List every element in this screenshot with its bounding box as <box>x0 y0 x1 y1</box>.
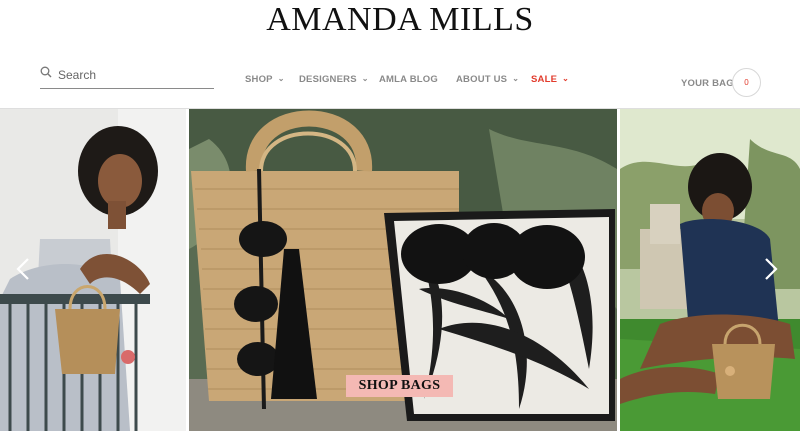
search-bar <box>40 62 214 89</box>
search-input[interactable] <box>56 64 210 86</box>
nav-item-about-us[interactable]: ABOUT US ⌄ <box>456 74 519 85</box>
chevron-left-icon <box>16 258 29 280</box>
nav-item-label: SALE <box>531 74 558 85</box>
chevron-right-icon <box>765 258 778 280</box>
nav-item-label: DESIGNERS <box>299 74 357 85</box>
carousel-prev-button[interactable] <box>16 257 30 285</box>
carousel-next-button[interactable] <box>764 257 778 285</box>
chevron-down-icon: ⌄ <box>512 74 520 83</box>
bag-count-badge[interactable]: 0 <box>732 68 761 97</box>
chevron-down-icon: ⌄ <box>277 74 285 83</box>
search-icon <box>40 66 52 78</box>
nav-item-label: SHOP <box>245 74 273 85</box>
chevron-down-icon: ⌄ <box>361 74 369 83</box>
shop-bags-button[interactable]: SHOP BAGS <box>346 375 453 397</box>
nav-item-shop[interactable]: SHOP ⌄ <box>245 74 285 85</box>
chevron-down-icon: ⌄ <box>562 74 570 83</box>
nav-item-designers[interactable]: DESIGNERS ⌄ <box>299 74 369 85</box>
nav-item-amla-blog[interactable]: AMLA BLOG <box>379 74 438 85</box>
your-bag-link[interactable]: YOUR BAG <box>681 78 734 89</box>
nav-item-label: ABOUT US <box>456 74 508 85</box>
hero-carousel: SHOP BAGS <box>0 108 800 437</box>
nav-item-label: AMLA BLOG <box>379 74 438 85</box>
brand-logo[interactable]: AMANDA MILLS <box>0 0 800 38</box>
nav-item-sale[interactable]: SALE ⌄ <box>531 74 569 85</box>
